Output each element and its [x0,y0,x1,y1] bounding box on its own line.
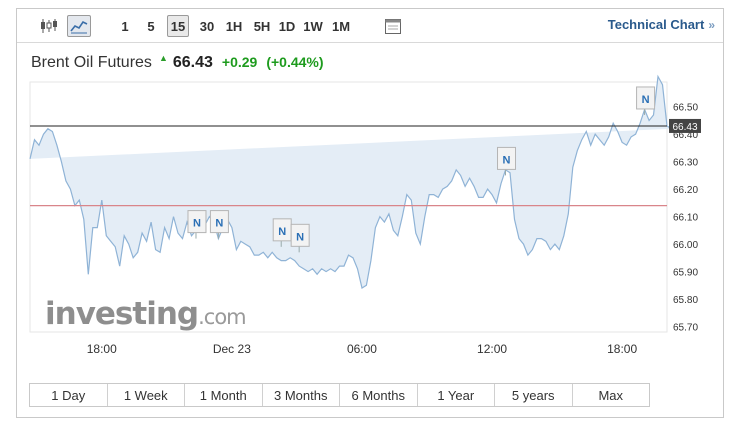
chart-widget: 1 5 15 30 1H 5H 1D 1W 1M Technical Chart » Brent… [16,8,724,418]
x-tick-label: Dec 23 [213,342,251,356]
news-marker-label: N [215,218,223,230]
y-tick-label: 65.90 [673,268,698,279]
news-marker-label: N [642,94,650,106]
price-chart[interactable]: investing.com 65.7065.8065.9066.0066.1066… [17,9,723,379]
news-marker-label: N [278,226,286,238]
news-marker-label: N [503,154,511,166]
y-tick-label: 66.00 [673,240,698,251]
current-price-tag-label: 66.43 [672,122,697,133]
range-button-1-week[interactable]: 1 Week [108,384,185,406]
x-tick-label: 18:00 [87,342,117,356]
y-tick-label: 65.80 [673,295,698,306]
range-button-6-months[interactable]: 6 Months [340,384,418,406]
x-tick-label: 06:00 [347,342,377,356]
x-tick-label: 18:00 [607,342,637,356]
y-tick-label: 65.70 [673,323,698,334]
range-button-5-years[interactable]: 5 years [495,384,573,406]
y-tick-label: 66.20 [673,185,698,196]
y-tick-label: 66.50 [673,103,698,114]
range-button-1-day[interactable]: 1 Day [30,384,108,406]
news-marker-label: N [193,218,201,230]
range-button-1-month[interactable]: 1 Month [185,384,263,406]
range-button-1-year[interactable]: 1 Year [418,384,495,406]
range-button-3-months[interactable]: 3 Months [263,384,340,406]
y-tick-label: 66.30 [673,158,698,169]
y-tick-label: 66.10 [673,213,698,224]
x-tick-label: 12:00 [477,342,507,356]
time-range-selector: 1 Day 1 Week 1 Month 3 Months 6 Months 1 Year… [29,383,650,407]
news-marker-label: N [296,231,304,243]
range-button-max[interactable]: Max [573,384,650,406]
